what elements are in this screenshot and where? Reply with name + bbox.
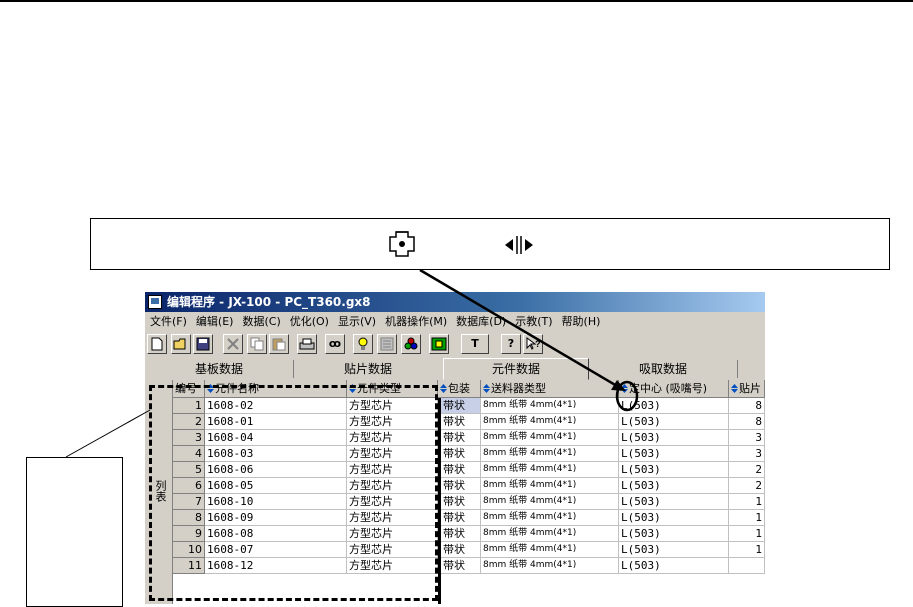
centering-cell[interactable]: L(503) <box>619 462 729 478</box>
placement-cell[interactable]: 8 <box>729 414 765 430</box>
placement-cell[interactable]: 1 <box>729 510 765 526</box>
placement-cell[interactable]: 1 <box>729 526 765 542</box>
centering-cell[interactable]: L(503) <box>619 510 729 526</box>
dashed-highlight <box>149 385 438 601</box>
sort-marker-icon[interactable] <box>483 381 490 393</box>
feeder-type-cell[interactable]: 8mm 纸带 4mm(4*1) <box>481 430 619 446</box>
title-bar: 编辑程序 - JX-100 - PC_T360.gx8 <box>145 292 765 312</box>
package-cell[interactable]: 带状 <box>441 494 481 510</box>
find-icon[interactable]: ꝏ <box>325 334 345 354</box>
placement-cell[interactable]: 1 <box>729 542 765 558</box>
feeder-type-cell[interactable]: 8mm 纸带 4mm(4*1) <box>481 558 619 574</box>
print-icon[interactable] <box>297 334 317 354</box>
cut-icon[interactable] <box>223 334 243 354</box>
package-cell[interactable]: 带状 <box>441 462 481 478</box>
tab-component-data[interactable]: 元件数据 <box>443 358 589 380</box>
package-cell[interactable]: 带状 <box>441 542 481 558</box>
menu-bar: 文件(F) 编辑(E) 数据(C) 优化(O) 显示(V) 机器操作(M) 数据… <box>145 312 765 332</box>
sort-icon <box>389 231 415 257</box>
menu-machine[interactable]: 机器操作(M) <box>380 312 451 332</box>
placement-cell[interactable]: 3 <box>729 446 765 462</box>
package-cell[interactable]: 带状 <box>441 398 481 414</box>
top-rule <box>0 0 913 2</box>
package-cell[interactable]: 带状 <box>441 478 481 494</box>
centering-cell[interactable]: L(503) <box>619 494 729 510</box>
bulb-icon[interactable] <box>353 334 373 354</box>
feeder-type-cell[interactable]: 8mm 纸带 4mm(4*1) <box>481 446 619 462</box>
centering-cell[interactable]: L(503) <box>619 446 729 462</box>
menu-edit[interactable]: 编辑(E) <box>191 312 238 332</box>
package-cell[interactable]: 带状 <box>441 558 481 574</box>
tab-placement-data[interactable]: 贴片数据 <box>293 360 444 378</box>
header-feeder-type[interactable]: 送料器类型 <box>481 380 619 398</box>
sort-marker-icon[interactable] <box>621 381 628 393</box>
centering-cell[interactable]: L(503) <box>619 398 729 414</box>
feeder-type-cell[interactable]: 8mm 纸带 4mm(4*1) <box>481 542 619 558</box>
tab-board-data[interactable]: 基板数据 <box>145 360 294 378</box>
package-cell[interactable]: 带状 <box>441 510 481 526</box>
paste-icon[interactable] <box>269 334 289 354</box>
svg-text:?: ? <box>535 339 541 349</box>
feeder-type-cell[interactable]: 8mm 纸带 4mm(4*1) <box>481 398 619 414</box>
tab-pickup-data[interactable]: 吸取数据 <box>589 360 738 378</box>
package-cell[interactable]: 带状 <box>441 526 481 542</box>
menu-database[interactable]: 数据库(D) <box>451 312 510 332</box>
components-icon[interactable] <box>401 334 421 354</box>
callout-bar <box>90 218 890 270</box>
centering-cell[interactable]: L(503) <box>619 558 729 574</box>
feeder-type-cell[interactable]: 8mm 纸带 4mm(4*1) <box>481 414 619 430</box>
menu-view[interactable]: 显示(V) <box>333 312 380 332</box>
leader-line <box>65 409 151 458</box>
header-centering[interactable]: 定中心 (吸嘴号) <box>619 380 729 398</box>
centering-cell[interactable]: L(503) <box>619 478 729 494</box>
machine-icon[interactable] <box>377 334 397 354</box>
window-title: 编辑程序 - JX-100 - PC_T360.gx8 <box>167 295 371 309</box>
placement-cell[interactable]: 8 <box>729 398 765 414</box>
help-icon[interactable]: ? <box>501 334 521 354</box>
board-icon[interactable] <box>429 334 449 354</box>
placement-cell[interactable]: 2 <box>729 478 765 494</box>
menu-data[interactable]: 数据(C) <box>237 312 284 332</box>
tab-strip: 基板数据 贴片数据 元件数据 吸取数据 <box>145 358 765 380</box>
column-resize-icon <box>505 236 533 254</box>
placement-cell[interactable]: 3 <box>729 430 765 446</box>
menu-help[interactable]: 帮助(H) <box>557 312 605 332</box>
app-icon <box>148 295 162 309</box>
package-cell[interactable]: 带状 <box>441 414 481 430</box>
sort-marker-icon[interactable] <box>440 381 447 393</box>
save-icon[interactable] <box>193 334 213 354</box>
centering-cell[interactable]: L(503) <box>619 430 729 446</box>
header-package[interactable]: 包装 <box>438 380 481 398</box>
callout-box <box>26 457 123 607</box>
placement-cell[interactable]: 2 <box>729 462 765 478</box>
feeder-type-cell[interactable]: 8mm 纸带 4mm(4*1) <box>481 510 619 526</box>
feeder-type-cell[interactable]: 8mm 纸带 4mm(4*1) <box>481 478 619 494</box>
header-placement[interactable]: 贴片 <box>729 380 765 398</box>
context-help-icon[interactable]: ? <box>523 334 543 354</box>
copy-icon[interactable] <box>247 334 267 354</box>
open-icon[interactable] <box>171 334 191 354</box>
feeder-type-cell[interactable]: 8mm 纸带 4mm(4*1) <box>481 462 619 478</box>
package-cell[interactable]: 带状 <box>441 446 481 462</box>
menu-optimize[interactable]: 优化(O) <box>285 312 333 332</box>
feeder-type-cell[interactable]: 8mm 纸带 4mm(4*1) <box>481 494 619 510</box>
new-icon[interactable] <box>147 334 167 354</box>
centering-cell[interactable]: L(503) <box>619 542 729 558</box>
centering-cell[interactable]: L(503) <box>619 414 729 430</box>
menu-teach[interactable]: 示教(T) <box>510 312 556 332</box>
sort-marker-icon[interactable] <box>731 381 738 393</box>
menu-file[interactable]: 文件(F) <box>145 312 191 332</box>
placement-cell[interactable] <box>729 558 765 574</box>
column-divider <box>438 398 441 604</box>
package-cell[interactable]: 带状 <box>441 430 481 446</box>
centering-cell[interactable]: L(503) <box>619 526 729 542</box>
toolbar: ꝏ T ? ? <box>145 332 765 356</box>
feeder-type-cell[interactable]: 8mm 纸带 4mm(4*1) <box>481 526 619 542</box>
placement-cell[interactable]: 1 <box>729 494 765 510</box>
text-icon[interactable]: T <box>461 334 489 354</box>
